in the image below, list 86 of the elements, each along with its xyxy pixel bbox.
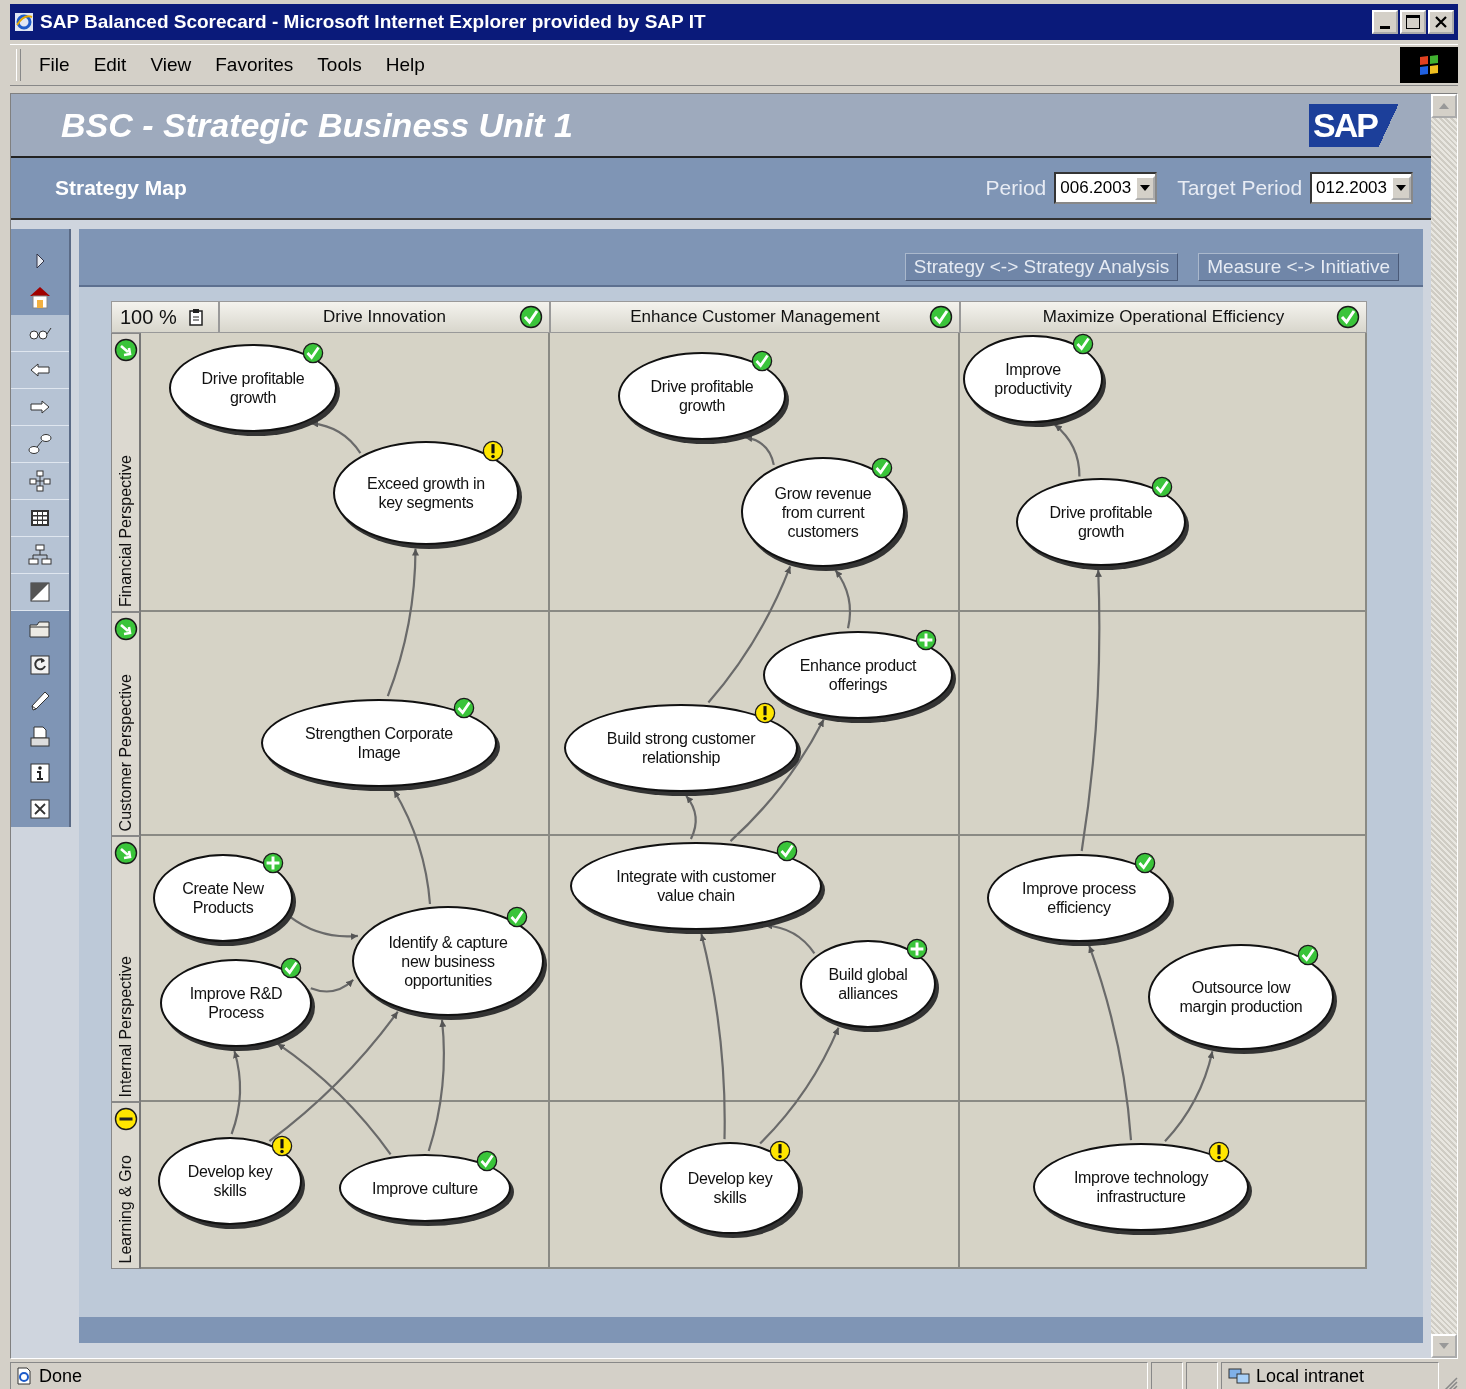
print-icon[interactable] (28, 725, 52, 749)
objective-label: Strengthen Corporate Image (304, 724, 454, 762)
objective-label: Develop key skills (186, 1162, 274, 1200)
connector-arrow (289, 915, 358, 940)
perspective-header[interactable]: Financial Perspective (111, 333, 141, 612)
caret-icon (1396, 185, 1406, 191)
scroll-down-button[interactable] (1431, 1334, 1457, 1358)
objective-label: Develop key skills (686, 1169, 774, 1207)
info-icon[interactable] (28, 761, 52, 785)
perspective-name: Customer Perspective (116, 673, 135, 831)
objective-label: Improve process efficiency (1021, 879, 1137, 917)
objective-label: Improve productivity (993, 360, 1073, 398)
up-arrow-icon (1439, 103, 1449, 109)
linked-nodes-icon[interactable] (28, 432, 52, 456)
period-label: Period (985, 176, 1047, 200)
objective-label: Grow revenue from current customers (773, 483, 873, 541)
objective-label: Exceed growth in key segments (366, 474, 486, 512)
connector-arrow (1054, 423, 1081, 477)
status-panel (1186, 1362, 1218, 1389)
connector-arrow (310, 978, 355, 993)
caret-icon (1140, 185, 1151, 191)
menu-item[interactable]: File (39, 54, 70, 76)
objective-label: Build strong customer relationship (605, 729, 757, 767)
objective-label: Drive profitable growth (649, 377, 755, 415)
section-title: Strategy Map (55, 176, 187, 200)
connector-arrow (685, 795, 697, 840)
perspective-name: Learning & Gro (116, 1155, 135, 1264)
pencil-icon[interactable] (28, 689, 52, 713)
network-icon (1228, 1367, 1250, 1385)
theme-header[interactable]: Drive Innovation (219, 301, 550, 333)
connector-arrow (311, 420, 362, 454)
perspective-header[interactable]: Internal Perspective (111, 836, 141, 1102)
minimize-button[interactable] (1372, 10, 1398, 34)
theme-name: Enhance Customer Management (630, 307, 880, 327)
scroll-up-button[interactable] (1431, 94, 1457, 118)
clipboard-icon[interactable] (188, 308, 203, 326)
target-period-label: Target Period (1177, 176, 1303, 200)
objective-label: Improve technology infrastructure (1072, 1168, 1210, 1206)
menu-item[interactable]: Favorites (215, 54, 294, 76)
close-button[interactable] (1428, 10, 1454, 34)
perspective-name: Financial Perspective (116, 454, 135, 607)
objective-label: Integrate with customer value chain (615, 867, 777, 905)
connector-arrow (745, 435, 775, 466)
maximize-button[interactable] (1400, 10, 1426, 34)
period-dropdown[interactable]: 006.2003 (1054, 172, 1158, 204)
refresh-icon[interactable] (28, 653, 52, 677)
objective-label: Drive profitable growth (1048, 503, 1154, 541)
perspective-header[interactable]: Customer Perspective (111, 612, 141, 836)
zoom-level: 100 % (120, 305, 177, 329)
theme-header[interactable]: Maximize Operational Efficiency (960, 301, 1367, 333)
target-period-dropdown[interactable]: 012.2003 (1310, 172, 1413, 204)
objective-label: Build global alliances (827, 965, 909, 1003)
down-arrow-icon (1439, 1343, 1449, 1349)
theme-name: Drive Innovation (323, 307, 446, 327)
vertical-scrollbar[interactable] (1431, 94, 1457, 1358)
objective-label: Improve R&D Process (188, 984, 284, 1022)
cross-layout-icon[interactable] (28, 469, 52, 493)
window-title: SAP Balanced Scorecard - Microsoft Internet Explorer provided by SAP IT (40, 11, 706, 33)
menu-item[interactable]: Help (385, 54, 425, 76)
status-text: Done (39, 1365, 83, 1387)
perspective-header[interactable]: Learning & Gro (111, 1102, 141, 1269)
objective-label: Create New Products (181, 879, 265, 917)
menu-item[interactable]: Edit (93, 54, 127, 76)
objective-label: Identify & capture new business opportunities (387, 932, 509, 990)
objective-label: Enhance product offerings (798, 656, 918, 694)
objective-label: Drive profitable growth (200, 369, 306, 407)
org-chart-icon[interactable] (28, 543, 52, 567)
perspective-name: Internal Perspective (116, 955, 135, 1097)
windows-logo (1400, 47, 1458, 83)
connector-arrow (834, 569, 852, 629)
home-icon[interactable] (28, 285, 52, 309)
security-zone: Local intranet (1256, 1365, 1365, 1387)
theme-header[interactable]: Enhance Customer Management (550, 301, 960, 333)
page-icon (15, 1367, 33, 1385)
menu-item[interactable]: Tools (317, 54, 362, 76)
objective-label: Outsource low margin production (1178, 978, 1304, 1016)
globe-icon (14, 12, 34, 32)
menu-item[interactable]: View (150, 54, 192, 76)
resize-grip[interactable] (1442, 1375, 1458, 1389)
objective-label: Improve culture (372, 1178, 478, 1198)
status-panel (1151, 1362, 1183, 1389)
close-icon (1435, 16, 1447, 28)
page-title: BSC - Strategic Business Unit 1 (61, 105, 573, 145)
contrast-icon[interactable] (28, 580, 52, 604)
theme-name: Maximize Operational Efficiency (1042, 307, 1285, 327)
close-icon[interactable] (28, 797, 52, 821)
